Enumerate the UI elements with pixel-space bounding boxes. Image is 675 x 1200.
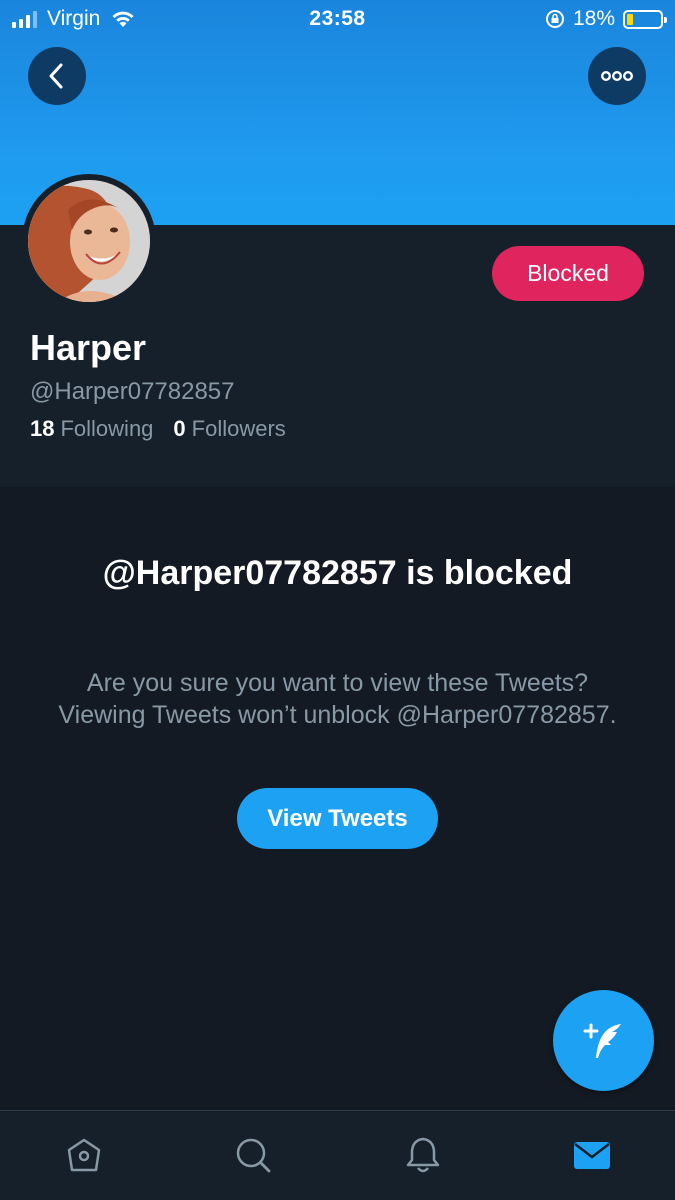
status-bar: Virgin 23:58 18% [0, 0, 675, 40]
blocked-description: Are you sure you want to view these Twee… [58, 669, 617, 729]
following-label: Following [60, 416, 154, 441]
tab-home[interactable] [62, 1133, 106, 1177]
orientation-lock-icon [545, 10, 564, 28]
home-icon [67, 1138, 101, 1172]
more-options-button[interactable] [588, 47, 646, 105]
profile-name: Harper [30, 327, 147, 368]
view-tweets-button[interactable]: View Tweets [237, 788, 438, 849]
compose-feather-icon [583, 1023, 621, 1058]
profile-handle: @Harper07782857 [30, 378, 235, 405]
blocked-title: @Harper07782857 is blocked [102, 554, 573, 592]
more-icon [601, 71, 634, 81]
compose-tweet-button[interactable] [553, 990, 654, 1091]
followers-link[interactable]: 0 Followers [173, 416, 285, 442]
following-link[interactable]: 18 Following [30, 416, 153, 442]
follow-stats: 18 Following 0 Followers [30, 416, 286, 442]
tab-bar [0, 1110, 675, 1200]
tab-messages[interactable] [570, 1133, 614, 1177]
back-button[interactable] [28, 47, 86, 105]
following-count: 18 [30, 416, 55, 441]
battery-icon [623, 9, 667, 29]
avatar[interactable] [22, 174, 156, 308]
avatar-photo [28, 180, 150, 302]
notifications-icon [406, 1137, 440, 1173]
chevron-left-icon [49, 63, 63, 89]
tab-search[interactable] [231, 1133, 275, 1177]
search-icon [236, 1138, 271, 1173]
messages-icon [574, 1142, 610, 1169]
tab-notifications[interactable] [401, 1133, 445, 1177]
followers-count: 0 [173, 416, 186, 441]
followers-label: Followers [191, 416, 286, 441]
battery-percent: 18% [572, 7, 615, 30]
blocked-button[interactable]: Blocked [492, 246, 644, 301]
